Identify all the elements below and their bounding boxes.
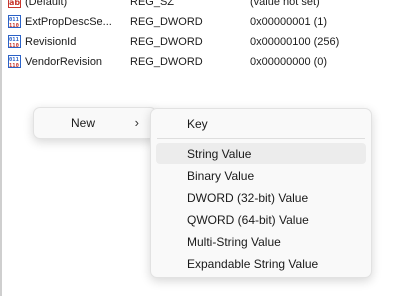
value-data: 0x00000001 (1) [250,16,328,28]
registry-value-row[interactable]: 011 110 ExtPropDescSe... REG_DWORD 0x000… [0,12,401,32]
submenu-item-string-value[interactable]: String Value [156,143,366,164]
submenu-item-label: String Value [187,147,252,161]
svg-text:110: 110 [9,63,19,68]
submenu-item-label: Key [187,117,208,131]
submenu-item-binary-value[interactable]: Binary Value [156,165,366,186]
submenu-item-label: DWORD (32-bit) Value [187,191,309,205]
value-name: VendorRevision [25,56,103,68]
value-name: (Default) [25,0,68,8]
binary-value-icon: 011 110 [8,15,21,28]
value-data: 0x00000000 (0) [250,56,328,68]
registry-value-row[interactable]: 011 110 VendorRevision REG_DWORD 0x00000… [0,52,401,72]
binary-value-icon: 011 110 [8,35,21,48]
value-type: REG_DWORD [130,56,203,68]
value-name: ExtPropDescSe... [25,16,112,28]
registry-value-row[interactable]: ab (Default) REG_SZ (value not set) [0,0,401,12]
menu-item-new[interactable]: New › [38,112,152,134]
submenu-item-dword-value[interactable]: DWORD (32-bit) Value [156,187,366,208]
submenu-item-qword-value[interactable]: QWORD (64-bit) Value [156,209,366,230]
string-value-icon: ab [8,0,21,8]
value-type: REG_DWORD [130,36,203,48]
submenu-item-label: Multi-String Value [187,235,281,249]
menu-item-new-label: New [71,116,96,130]
submenu-item-label: QWORD (64-bit) Value [187,213,309,227]
context-menu: New › [33,107,157,139]
submenu-item-multi-string-value[interactable]: Multi-String Value [156,231,366,252]
value-type: REG_DWORD [130,16,203,28]
svg-text:110: 110 [9,43,19,48]
value-data: 0x00000100 (256) [250,36,340,48]
value-name: RevisionId [25,36,77,48]
svg-text:110: 110 [9,23,19,28]
menu-separator [157,138,365,139]
submenu-item-expandable-string-value[interactable]: Expandable String Value [156,253,366,274]
new-submenu: Key String Value Binary Value DWORD (32-… [150,108,372,278]
registry-value-row[interactable]: 011 110 RevisionId REG_DWORD 0x00000100 … [0,32,401,52]
value-type: REG_SZ [130,0,175,8]
binary-value-icon: 011 110 [8,55,21,68]
submenu-item-label: Binary Value [187,169,255,183]
submenu-item-label: Expandable String Value [187,257,319,271]
registry-values-list: ab (Default) REG_SZ (value not set) 011 … [0,0,401,72]
svg-text:ab: ab [9,0,20,7]
submenu-item-key[interactable]: Key [156,113,366,134]
value-data: (value not set) [250,0,320,8]
chevron-right-icon: › [134,115,139,130]
